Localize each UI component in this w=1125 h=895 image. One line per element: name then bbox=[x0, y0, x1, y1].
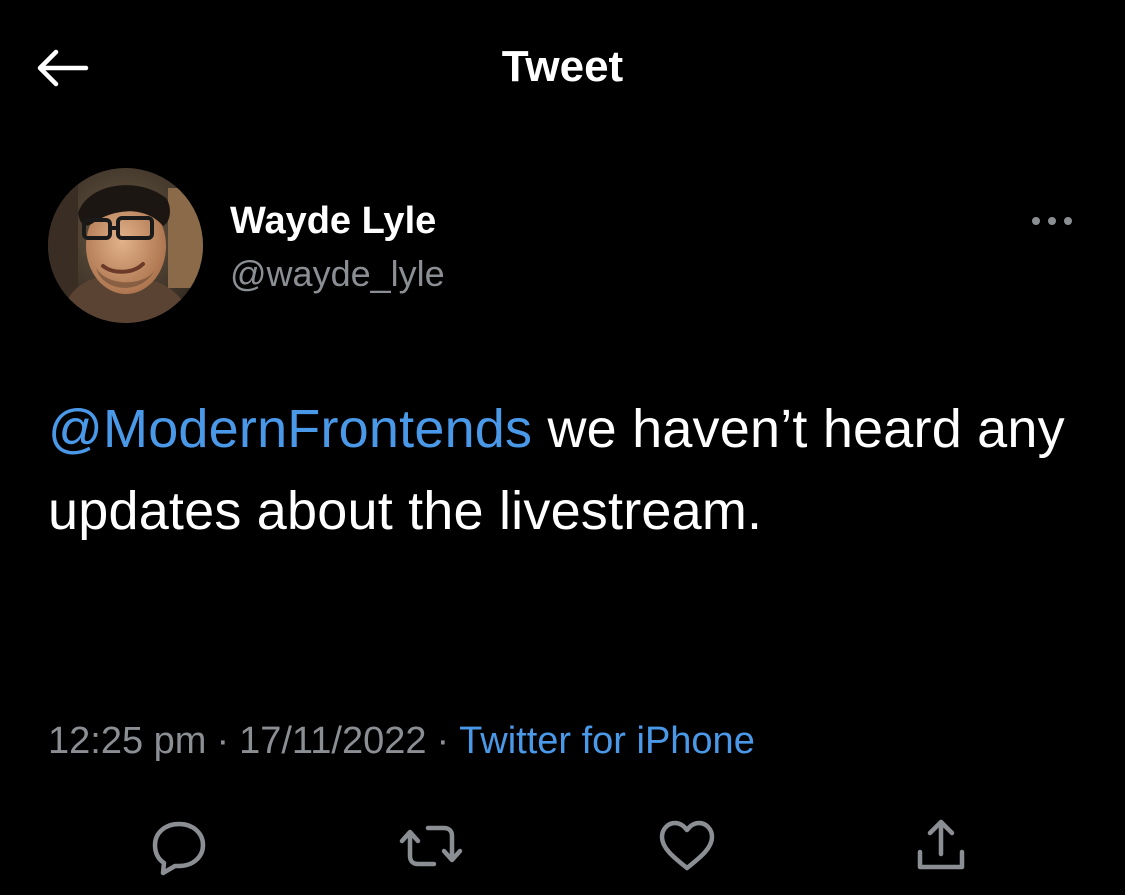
tweet-author: Wayde Lyle @wayde_lyle bbox=[48, 168, 1078, 328]
top-bar: Tweet bbox=[0, 0, 1125, 140]
tweet-date: 17/11/2022 bbox=[239, 720, 427, 762]
author-handle[interactable]: @wayde_lyle bbox=[230, 252, 445, 296]
back-button[interactable] bbox=[30, 42, 94, 94]
tweet-text: @ModernFrontends we haven’t heard any up… bbox=[48, 388, 1078, 552]
share-button[interactable] bbox=[906, 811, 976, 881]
tweet-source-link[interactable]: Twitter for iPhone bbox=[459, 720, 755, 762]
author-display-name[interactable]: Wayde Lyle bbox=[230, 198, 436, 244]
tweet-time: 12:25 pm bbox=[48, 720, 207, 762]
retweet-button[interactable] bbox=[396, 811, 466, 881]
reply-icon bbox=[152, 821, 206, 876]
mention-link[interactable]: @ModernFrontends bbox=[48, 399, 532, 459]
heart-icon bbox=[659, 820, 715, 871]
meta-separator: · bbox=[436, 720, 450, 762]
page-title: Tweet bbox=[501, 42, 624, 91]
more-options-button[interactable] bbox=[1026, 206, 1078, 236]
tweet-action-bar bbox=[0, 805, 1125, 885]
avatar[interactable] bbox=[48, 168, 203, 323]
reply-button[interactable] bbox=[144, 811, 214, 881]
retweet-icon bbox=[399, 825, 463, 867]
more-horizontal-icon bbox=[1032, 217, 1072, 225]
avatar-image bbox=[48, 168, 203, 323]
meta-separator: · bbox=[216, 720, 230, 762]
share-icon bbox=[917, 819, 965, 870]
like-button[interactable] bbox=[652, 811, 722, 881]
arrow-left-icon bbox=[37, 49, 89, 87]
tweet-meta: 12:25 pm · 17/11/2022 · Twitter for iPhone bbox=[48, 716, 1078, 766]
